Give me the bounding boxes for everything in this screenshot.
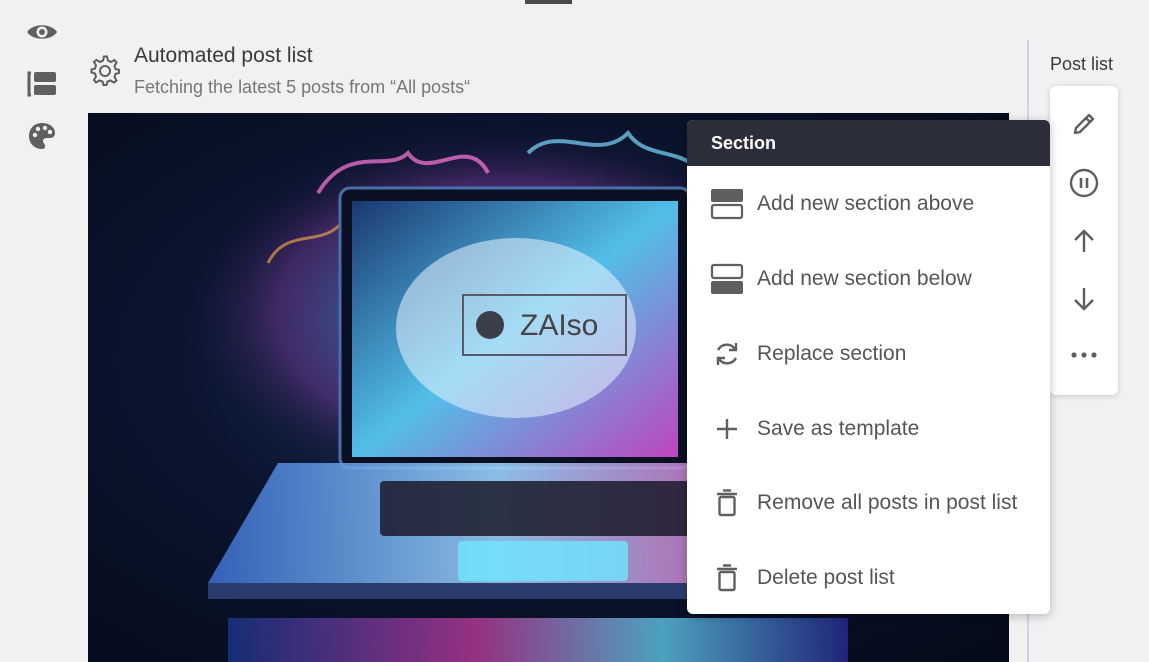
post-list-toolbar bbox=[1050, 86, 1118, 395]
section-above-icon bbox=[710, 187, 744, 221]
arrow-down-icon[interactable] bbox=[1050, 274, 1118, 324]
more-horizontal-icon[interactable] bbox=[1050, 330, 1118, 380]
watermark-text: ZAIso bbox=[520, 309, 598, 342]
menu-item-replace-section[interactable]: Replace section bbox=[687, 316, 1050, 391]
trash-icon bbox=[710, 561, 744, 595]
trash-icon bbox=[710, 486, 744, 520]
post-list-label: Post list bbox=[1050, 54, 1114, 74]
menu-header: Section bbox=[687, 120, 1050, 166]
menu-item-delete-post-list[interactable]: Delete post list bbox=[687, 540, 1050, 614]
active-tab-indicator bbox=[525, 0, 572, 4]
menu-item-label: Add new section above bbox=[757, 191, 975, 215]
eye-icon[interactable] bbox=[22, 14, 62, 50]
menu-item-label: Remove all posts in post list bbox=[757, 490, 1018, 514]
replace-icon bbox=[710, 337, 744, 371]
gear-icon[interactable] bbox=[88, 54, 122, 88]
section-below-icon bbox=[710, 262, 744, 296]
page-subtitle: Fetching the latest 5 posts from “All po… bbox=[134, 77, 471, 97]
layout-sections-icon[interactable] bbox=[22, 66, 62, 102]
menu-item-label: Add new section below bbox=[757, 266, 972, 290]
menu-item-remove-all-posts[interactable]: Remove all posts in post list bbox=[687, 465, 1050, 540]
plus-icon bbox=[710, 412, 744, 446]
menu-item-label: Save as template bbox=[757, 416, 920, 440]
menu-item-add-section-below[interactable]: Add new section below bbox=[687, 241, 1050, 316]
section-menu: Section Add new section above Add new se… bbox=[687, 120, 1050, 614]
arrow-up-icon[interactable] bbox=[1050, 216, 1118, 266]
menu-item-add-section-above[interactable]: Add new section above bbox=[687, 166, 1050, 241]
menu-item-save-as-template[interactable]: Save as template bbox=[687, 391, 1050, 466]
page-title: Automated post list bbox=[134, 44, 313, 67]
pencil-icon[interactable] bbox=[1050, 99, 1118, 149]
pause-circle-icon[interactable] bbox=[1050, 158, 1118, 208]
menu-item-label: Replace section bbox=[757, 341, 907, 365]
menu-item-label: Delete post list bbox=[757, 565, 895, 589]
palette-icon[interactable] bbox=[22, 118, 62, 154]
